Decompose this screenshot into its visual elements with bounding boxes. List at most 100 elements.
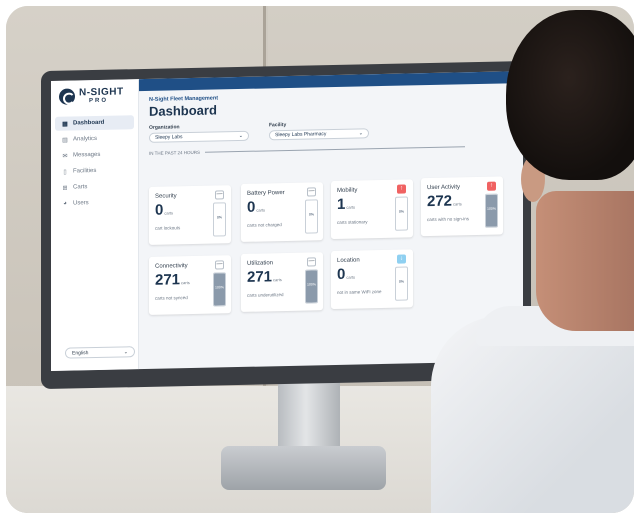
organization-label: Organization [149,124,180,131]
card-value: 0carts [247,198,266,216]
monitor-base [221,446,386,490]
divider [205,146,466,153]
card-title: Security [155,193,177,200]
card-count: 272 [427,192,453,211]
card-value: 0carts [155,201,174,219]
metric-card-mobility[interactable]: Mobility 1carts carts stationary ↑ 0% [331,179,413,240]
card-trend-button[interactable]: — [215,190,224,200]
sidebar-item-dashboard[interactable]: ▦ Dashboard [55,115,134,131]
section-header: IN THE PAST 24 HOURS [149,143,519,156]
card-trend-button[interactable]: ↑ [397,184,406,194]
filter-bar: Organization Sleepy Labs ⌄ Facility Slee… [149,117,519,143]
section-label: IN THE PAST 24 HOURS [149,149,201,156]
dashboard-icon: ▦ [62,121,68,128]
card-unit: carts [164,210,174,216]
sidebar-item-messages[interactable]: ✉ Messages [55,147,134,163]
gauge-label: 100% [487,206,496,211]
metric-card-security[interactable]: Security 0carts cart lockouts — 0% [149,185,231,245]
message-icon: ✉ [62,153,68,160]
logo: N-SIGHT PRO [51,79,138,115]
card-gauge: 0% [395,266,408,301]
card-trend-button[interactable]: — [307,257,316,267]
card-count: 271 [247,268,273,286]
language-value: English [72,350,89,357]
gauge-label: 0% [398,209,405,214]
card-unit: carts [273,277,282,283]
gauge-label: 100% [215,285,224,290]
cart-icon: ⊞ [62,185,68,192]
card-title: User Activity [427,184,461,192]
organization-value: Sleepy Labs [155,134,183,141]
card-trend-button[interactable]: — [215,260,224,270]
metric-card-user-activity[interactable]: User Activity 272carts carts with no sign-… [421,176,503,237]
card-count: 271 [155,271,181,289]
user-icon: ◕ [63,200,67,207]
language-select[interactable]: English ⌄ [65,346,135,359]
card-gauge: 100% [485,193,498,228]
gauge-label: 0% [216,215,223,220]
card-title: Mobility [337,187,358,194]
chart-icon: ▥ [62,137,68,144]
chevron-down-icon: ⌄ [238,132,243,140]
sidebar-item-label: Dashboard [73,119,105,127]
office-photo: N-SIGHT PRO ▦ Dashboard ▥ Analytics ✉ Message… [6,6,634,513]
person-head [506,10,634,180]
sidebar-item-label: Carts [73,184,88,191]
card-description: cart lockouts [155,225,181,231]
person-neck [536,191,634,331]
facility-label: Facility [269,122,287,129]
card-unit: carts [256,207,266,213]
card-count: 0 [155,201,164,219]
card-title: Battery Power [247,190,285,197]
organization-select[interactable]: Sleepy Labs ⌄ [149,130,249,143]
card-gauge: 100% [213,272,226,307]
card-count: 0 [247,198,256,216]
metric-cards: Security 0carts cart lockouts —0% Battery Po… [149,176,519,315]
card-title: Utilization [247,260,274,267]
card-description: carts with no sign-ins [427,216,470,223]
main-content: N-Sight Fleet Management La Dashboard Or… [149,89,519,156]
sidebar-item-label: Messages [73,151,101,159]
card-unit: carts [346,204,356,210]
chevron-down-icon: ⌄ [358,130,363,137]
card-description: carts stationary [337,219,368,225]
card-unit: carts [453,201,462,207]
card-trend-button[interactable]: — [307,187,316,197]
sidebar-item-label: Analytics [73,135,98,143]
card-gauge: 0% [395,196,408,231]
sidebar-item-label: Users [73,200,89,207]
card-gauge: 0% [213,202,226,237]
card-value: 271carts [247,268,282,286]
card-unit: carts [181,280,190,286]
card-unit: carts [346,274,356,280]
card-title: Connectivity [155,263,188,270]
sidebar-item-users[interactable]: ◕ Users [55,195,134,211]
sidebar-item-facilities[interactable]: ▯ Facilities [55,163,134,179]
card-title: Location [337,257,360,264]
gauge-label: 0% [308,212,315,217]
monitor-screen: N-SIGHT PRO ▦ Dashboard ▥ Analytics ✉ Message… [51,71,523,371]
card-value: 1carts [337,196,355,213]
card-gauge: 0% [305,199,318,234]
sidebar-item-analytics[interactable]: ▥ Analytics [55,131,134,147]
sidebar-item-carts[interactable]: ⊞ Carts [55,179,134,195]
card-description: not in same WiFi zone [337,289,382,295]
sidebar: N-SIGHT PRO ▦ Dashboard ▥ Analytics ✉ Message… [51,79,139,371]
gauge-label: 0% [398,279,405,284]
chevron-down-icon: ⌄ [123,349,128,356]
card-description: carts underutilized [247,292,284,298]
metric-card-location[interactable]: Location 0carts not in same WiFi zone ↓ 0% [331,249,413,310]
metric-card-battery-power[interactable]: Battery Power 0carts carts not charged — 0% [241,182,323,242]
card-trend-button[interactable]: ↑ [487,181,496,191]
card-value: 0carts [337,266,355,283]
metric-card-connectivity[interactable]: Connectivity 271carts carts not synced — 100… [149,255,231,315]
card-trend-button[interactable]: ↓ [397,254,406,264]
logo-icon [59,88,75,105]
building-icon: ▯ [63,169,67,176]
sidebar-item-label: Facilities [73,167,97,175]
facility-select[interactable]: Sleepy Labs Pharmacy ⌄ [269,128,369,141]
card-value: 272carts [427,192,462,211]
facility-value: Sleepy Labs Pharmacy [275,131,327,139]
card-count: 0 [337,265,346,283]
metric-card-utilization[interactable]: Utilization 271carts carts underutilized — 1… [241,252,323,312]
